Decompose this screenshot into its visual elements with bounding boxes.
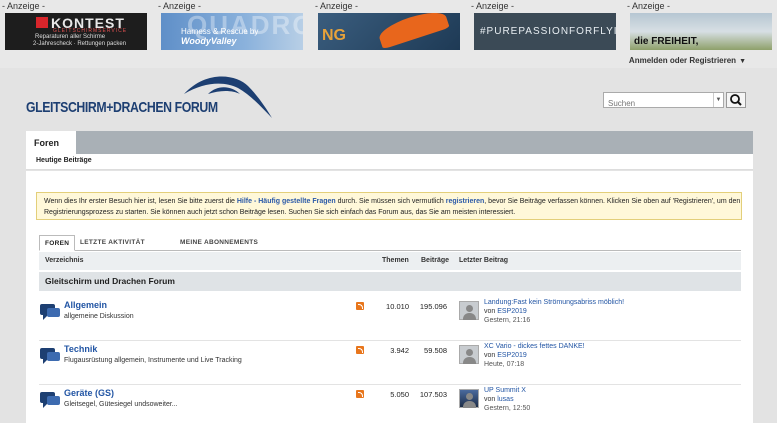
register-link[interactable]: registrieren xyxy=(446,198,485,205)
forum-description: Gleitsegel, Gütesiegel undsoweiter... xyxy=(64,401,178,408)
search-box[interactable]: ▼ xyxy=(603,92,724,111)
avatar[interactable] xyxy=(459,389,479,408)
welcome-notice: Wenn dies Ihr erster Besuch hier ist, le… xyxy=(36,192,742,220)
forum-tabs: FOREN LETZTE AKTIVITÄT MEINE ABONNEMENTS xyxy=(39,235,741,251)
category-header[interactable]: Gleitschirm und Drachen Forum xyxy=(39,272,741,291)
rss-feed-icon[interactable] xyxy=(356,346,364,354)
header-directory: Verzeichnis xyxy=(45,257,84,264)
ad-text: die FREIHEIT, xyxy=(634,36,699,47)
header-posts: Beiträge xyxy=(421,257,450,264)
posts-count: 59.508 xyxy=(424,346,447,355)
last-post-date: Gestern, 12:50 xyxy=(484,405,531,412)
ad-banner-ng[interactable]: - Anzeige - NG xyxy=(313,0,460,52)
forum-logo[interactable]: GLEITSCHIRM+DRACHEN FORUM xyxy=(26,72,276,122)
forum-description: allgemeine Diskussion xyxy=(64,313,134,320)
forum-title: GLEITSCHIRM+DRACHEN FORUM xyxy=(26,99,218,116)
forum-description: Flugausrüstung allgemein, Instrumente un… xyxy=(64,357,242,364)
forum-bubble-icon xyxy=(40,304,60,320)
author-link[interactable]: ESP2019 xyxy=(497,352,527,359)
posts-count: 195.096 xyxy=(419,302,447,311)
notice-text: durch. Sie müssen sich vermutlich xyxy=(335,198,446,205)
forum-table-header: Verzeichnis Themen Beiträge Letzter Beit… xyxy=(39,252,741,270)
ad-banner-woodyvalley[interactable]: - Anzeige - QUADRO Harness & Rescue by W… xyxy=(156,0,303,52)
tab-recent-activity[interactable]: LETZTE AKTIVITÄT xyxy=(75,235,150,251)
header-last-post: Letzter Beitrag xyxy=(459,257,509,264)
notice-text: Wenn dies Ihr erster Besuch hier ist, le… xyxy=(44,198,237,205)
ad-label: - Anzeige - xyxy=(627,1,671,11)
forum-name-link[interactable]: Allgemein xyxy=(64,300,107,310)
forum-row: Geräte (GS) Gleitsegel, Gütesiegel undso… xyxy=(39,385,741,423)
forum-name-link[interactable]: Technik xyxy=(64,344,97,354)
ad-label: - Anzeige - xyxy=(2,1,46,11)
ad-label: - Anzeige - xyxy=(158,1,202,11)
topics-count: 3.942 xyxy=(390,346,409,355)
tab-foren[interactable]: Foren xyxy=(26,131,76,154)
main-nav: Foren xyxy=(26,131,753,154)
subnav-todays-posts[interactable]: Heutige Beiträge xyxy=(36,157,92,164)
ad-banner-freiheit[interactable]: - Anzeige - die FREIHEIT, xyxy=(625,0,772,52)
ad-image[interactable]: #PUREPASSIONFORFLYING xyxy=(474,13,616,50)
topics-count: 10.010 xyxy=(386,302,409,311)
ad-banner-purepassion[interactable]: - Anzeige - #PUREPASSIONFORFLYING xyxy=(469,0,616,52)
faq-link[interactable]: Hilfe - Häufig gestellte Fragen xyxy=(237,198,336,205)
author-link[interactable]: lusas xyxy=(497,396,513,403)
ad-line-1: Reparaturen aller Schirme xyxy=(35,34,106,40)
ad-banner-kontest[interactable]: - Anzeige - KONTEST GLEITSCHIRMSERVICE R… xyxy=(0,0,147,52)
login-register-link[interactable]: Anmelden oder Registrieren ▼ xyxy=(629,56,746,65)
last-post-date: Gestern, 21:16 xyxy=(484,317,531,324)
search-input[interactable] xyxy=(604,96,712,111)
ad-label: - Anzeige - xyxy=(315,1,359,11)
ad-line-2: 2-Jahrescheck · Rettungen packen xyxy=(33,41,127,47)
last-post-author: von ESP2019 xyxy=(484,352,527,359)
search-options-dropdown[interactable]: ▼ xyxy=(713,93,723,107)
last-post-author: von ESP2019 xyxy=(484,308,527,315)
sub-nav: Heutige Beiträge xyxy=(26,154,753,170)
ad-label: - Anzeige - xyxy=(471,1,515,11)
search-icon xyxy=(730,94,742,106)
forum-bubble-icon xyxy=(40,392,60,408)
kontest-logo-icon xyxy=(36,17,48,28)
ad-image[interactable]: die FREIHEIT, xyxy=(630,13,772,50)
posts-count: 107.503 xyxy=(419,390,447,399)
ad-text: #PUREPASSIONFORFLYING xyxy=(480,26,616,37)
forum-bubble-icon xyxy=(40,348,60,364)
chevron-down-icon: ▼ xyxy=(739,58,746,65)
author-link[interactable]: ESP2019 xyxy=(497,308,527,315)
search-button[interactable] xyxy=(726,92,746,108)
paraglider-wing-icon xyxy=(376,13,450,50)
ad-logo: NG xyxy=(322,27,346,44)
tab-my-subscriptions[interactable]: MEINE ABONNEMENTS xyxy=(175,235,263,251)
rss-feed-icon[interactable] xyxy=(356,302,364,310)
forum-row: Technik Flugausrüstung allgemein, Instru… xyxy=(39,341,741,385)
ad-image[interactable]: NG xyxy=(318,13,460,50)
last-post-author: von lusas xyxy=(484,396,514,403)
forum-row: Allgemein allgemeine Diskussion 10.010 1… xyxy=(39,297,741,341)
main-content: Wenn dies Ihr erster Besuch hier ist, le… xyxy=(26,171,753,423)
forum-name-link[interactable]: Geräte (GS) xyxy=(64,388,114,398)
last-post-title-link[interactable]: UP Summit X xyxy=(484,387,526,394)
tab-foren-list[interactable]: FOREN xyxy=(39,235,76,251)
rss-feed-icon[interactable] xyxy=(356,390,364,398)
last-post-title-link[interactable]: XC Vario - dickes fettes DANKE! xyxy=(484,343,585,350)
ad-text: Harness & Rescue by WoodyValley xyxy=(181,27,259,46)
last-post-title-link[interactable]: Landung:Fast kein Strömungsabriss möblic… xyxy=(484,299,624,306)
last-post-date: Heute, 07:18 xyxy=(484,361,525,368)
ad-image[interactable]: QUADRO Harness & Rescue by WoodyValley xyxy=(161,13,303,50)
avatar[interactable] xyxy=(459,345,479,364)
topics-count: 5.050 xyxy=(390,390,409,399)
avatar[interactable] xyxy=(459,301,479,320)
login-register-label[interactable]: Anmelden oder Registrieren xyxy=(629,56,736,65)
ad-image[interactable]: KONTEST GLEITSCHIRMSERVICE Reparaturen a… xyxy=(5,13,147,50)
header-topics: Themen xyxy=(382,257,409,264)
